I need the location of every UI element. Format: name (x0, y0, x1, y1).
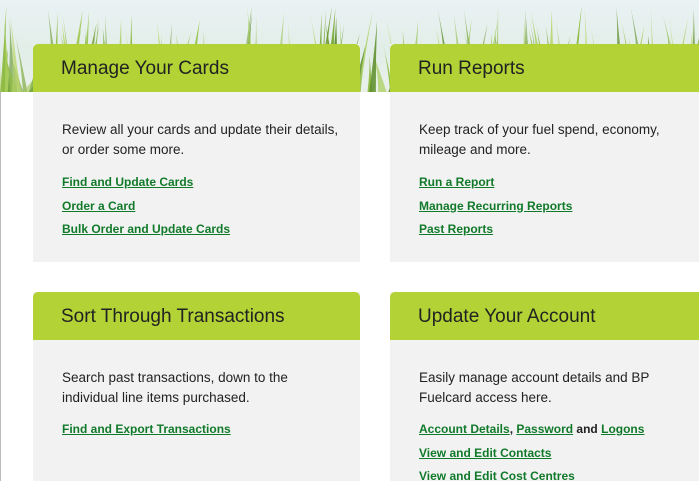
account-title: Update Your Account (418, 306, 596, 327)
list-item: Order a Card (62, 195, 230, 219)
transactions-panel: Sort Through Transactions Search past tr… (33, 292, 360, 481)
account-details-link[interactable]: Account Details (419, 422, 510, 436)
list-item: Bulk Order and Update Cards (62, 218, 230, 242)
account-links: Account Details, Password and Logons Vie… (419, 418, 644, 481)
list-item: Account Details, Password and Logons (419, 418, 644, 442)
list-item: Run a Report (419, 171, 572, 195)
bulk-order-link[interactable]: Bulk Order and Update Cards (62, 222, 230, 236)
edit-cost-centres-link[interactable]: View and Edit Cost Centres (419, 469, 575, 481)
account-panel: Update Your Account Easily manage accoun… (390, 292, 699, 481)
manage-cards-links: Find and Update Cards Order a Card Bulk … (62, 171, 230, 242)
transactions-title: Sort Through Transactions (61, 306, 285, 327)
link-separator: , (509, 422, 514, 436)
and-text: and (576, 422, 598, 436)
transactions-header: Sort Through Transactions (33, 292, 360, 340)
manage-cards-description: Review all your cards and update their d… (62, 122, 339, 157)
list-item: View and Edit Cost Centres (419, 465, 644, 481)
list-item: View and Edit Contacts (419, 442, 644, 466)
find-export-transactions-link[interactable]: Find and Export Transactions (62, 422, 231, 436)
list-item: Find and Export Transactions (62, 418, 231, 442)
past-reports-link[interactable]: Past Reports (419, 222, 493, 236)
manage-cards-panel: Manage Your Cards Review all your cards … (33, 44, 360, 262)
account-description: Easily manage account details and BP Fue… (419, 370, 650, 405)
logons-link[interactable]: Logons (601, 422, 644, 436)
transactions-links: Find and Export Transactions (62, 418, 231, 442)
run-report-link[interactable]: Run a Report (419, 175, 494, 189)
manage-cards-header: Manage Your Cards (33, 44, 360, 92)
find-update-cards-link[interactable]: Find and Update Cards (62, 175, 193, 189)
password-link[interactable]: Password (516, 422, 573, 436)
list-item: Past Reports (419, 218, 572, 242)
page: Manage Your Cards Review all your cards … (0, 0, 699, 481)
run-reports-description: Keep track of your fuel spend, economy, … (419, 122, 660, 157)
account-header: Update Your Account (390, 292, 699, 340)
run-reports-links: Run a Report Manage Recurring Reports Pa… (419, 171, 572, 242)
edit-contacts-link[interactable]: View and Edit Contacts (419, 446, 551, 460)
manage-cards-title: Manage Your Cards (61, 58, 229, 79)
transactions-description: Search past transactions, down to the in… (62, 370, 288, 405)
run-reports-header: Run Reports (390, 44, 699, 92)
run-reports-title: Run Reports (418, 58, 525, 79)
list-item: Manage Recurring Reports (419, 195, 572, 219)
run-reports-panel: Run Reports Keep track of your fuel spen… (390, 44, 699, 262)
order-card-link[interactable]: Order a Card (62, 199, 135, 213)
manage-recurring-reports-link[interactable]: Manage Recurring Reports (419, 199, 572, 213)
list-item: Find and Update Cards (62, 171, 230, 195)
